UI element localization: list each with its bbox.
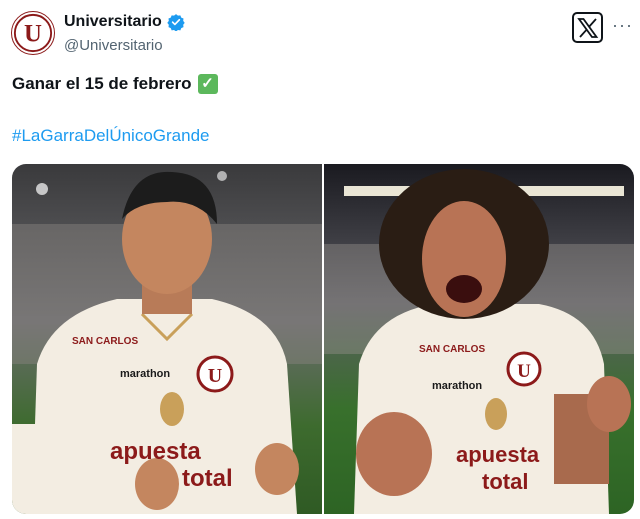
- tweet-body: Ganar el 15 de febrero: [12, 74, 192, 93]
- photo-1-shoulder-sponsor: SAN CARLOS: [72, 336, 138, 347]
- player-photo-1-image: U marathon SAN CARLOS apuesta total: [12, 164, 322, 514]
- player-photo-2-image: U marathon SAN CARLOS apuesta total: [324, 164, 634, 514]
- account-handle[interactable]: @Universitario: [64, 37, 163, 54]
- photo-1-sponsor-line2: total: [182, 465, 233, 492]
- universitario-crest-icon: U: [13, 13, 53, 53]
- more-options-button[interactable]: ···: [612, 16, 633, 34]
- media-photo-1[interactable]: U marathon SAN CARLOS apuesta total: [12, 164, 322, 514]
- photo-2-sponsor-line1: apuesta: [456, 442, 540, 467]
- x-glyph-icon: [576, 17, 598, 38]
- verified-badge-icon: [167, 14, 185, 31]
- display-name[interactable]: Universitario: [64, 13, 162, 31]
- check-mark-emoji-icon: ✓: [197, 74, 218, 94]
- photo-2-kit-brand: marathon: [432, 380, 482, 392]
- hashtag-link[interactable]: #LaGarraDelÚnicoGrande: [12, 126, 210, 146]
- avatar-letter: U: [24, 21, 42, 48]
- photo-2-crest-letter: U: [517, 361, 531, 382]
- photo-1-kit-brand: marathon: [120, 368, 170, 380]
- x-logo-icon[interactable]: [572, 12, 603, 43]
- author-name-row[interactable]: Universitario: [64, 13, 185, 31]
- photo-1-sponsor-line1: apuesta: [110, 438, 201, 465]
- photo-2-sponsor-line2: total: [482, 469, 528, 494]
- photo-2-shoulder-sponsor: SAN CARLOS: [419, 344, 485, 355]
- media-photo-2[interactable]: U marathon SAN CARLOS apuesta total: [324, 164, 634, 514]
- tweet-text: Ganar el 15 de febrero ✓: [12, 74, 218, 94]
- media-grid: U marathon SAN CARLOS apuesta total U ma…: [12, 164, 634, 514]
- avatar[interactable]: U: [11, 11, 55, 55]
- photo-1-crest-letter: U: [208, 365, 222, 387]
